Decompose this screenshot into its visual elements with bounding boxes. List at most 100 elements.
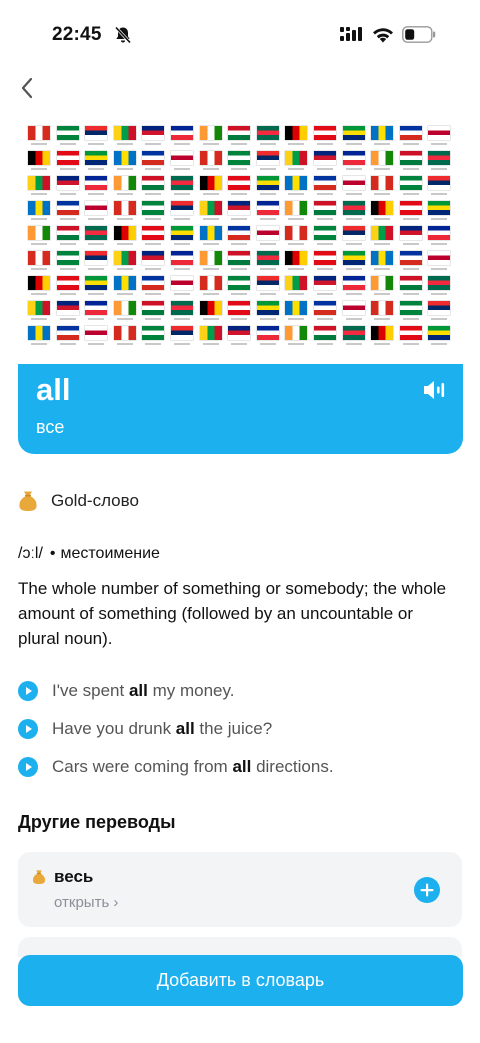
word-title: all bbox=[36, 372, 71, 407]
flag-thumbnail bbox=[113, 276, 136, 295]
flag-thumbnail bbox=[371, 326, 394, 345]
back-chevron-icon bbox=[21, 77, 33, 99]
word-translation: все bbox=[36, 417, 65, 437]
flag-thumbnail bbox=[199, 151, 222, 170]
flag-thumbnail bbox=[170, 276, 193, 295]
flag-thumbnail bbox=[313, 126, 336, 145]
flag-thumbnail bbox=[399, 126, 422, 145]
flag-thumbnail bbox=[342, 301, 365, 320]
example-item[interactable]: I've spent all my money. bbox=[18, 672, 458, 710]
flag-thumbnail bbox=[285, 226, 308, 245]
example-item[interactable]: Cars were coming from all directions. bbox=[18, 748, 458, 786]
flag-thumbnail bbox=[399, 151, 422, 170]
world-flags-image bbox=[22, 118, 458, 368]
flag-thumbnail bbox=[428, 276, 451, 295]
flag-thumbnail bbox=[170, 326, 193, 345]
flag-thumbnail bbox=[256, 126, 279, 145]
flag-thumbnail bbox=[28, 226, 50, 245]
flag-thumbnail bbox=[142, 126, 165, 145]
flag-grid bbox=[28, 126, 451, 351]
flag-thumbnail bbox=[256, 276, 279, 295]
flag-thumbnail bbox=[56, 276, 79, 295]
next-translation-card-edge bbox=[18, 937, 462, 957]
play-icon[interactable] bbox=[18, 719, 38, 739]
flag-thumbnail bbox=[256, 151, 279, 170]
flag-thumbnail bbox=[85, 251, 108, 270]
flag-thumbnail bbox=[313, 201, 336, 220]
flag-thumbnail bbox=[285, 251, 308, 270]
flag-thumbnail bbox=[428, 151, 451, 170]
flag-thumbnail bbox=[371, 251, 394, 270]
separator-dot: • bbox=[49, 545, 56, 562]
flag-thumbnail bbox=[371, 301, 394, 320]
word-card: all все bbox=[18, 364, 463, 454]
flag-thumbnail bbox=[142, 176, 165, 195]
definition: The whole number of something or somebod… bbox=[18, 579, 447, 648]
flag-thumbnail bbox=[113, 201, 136, 220]
flag-thumbnail bbox=[228, 176, 251, 195]
other-translations-title: Другие переводы bbox=[18, 812, 176, 832]
flag-thumbnail bbox=[313, 226, 336, 245]
flag-thumbnail bbox=[285, 151, 308, 170]
play-icon[interactable] bbox=[18, 681, 38, 701]
flag-thumbnail bbox=[199, 201, 222, 220]
flag-thumbnail bbox=[399, 251, 422, 270]
examples-list: I've spent all my money. Have you drunk … bbox=[18, 672, 458, 786]
flag-thumbnail bbox=[399, 326, 422, 345]
flag-thumbnail bbox=[56, 176, 79, 195]
flag-thumbnail bbox=[56, 251, 79, 270]
flag-thumbnail bbox=[285, 126, 308, 145]
flag-thumbnail bbox=[399, 276, 422, 295]
flag-thumbnail bbox=[85, 151, 108, 170]
flag-thumbnail bbox=[56, 301, 79, 320]
speaker-icon[interactable] bbox=[422, 378, 448, 402]
flag-thumbnail bbox=[142, 276, 165, 295]
flag-thumbnail bbox=[371, 276, 394, 295]
flag-thumbnail bbox=[142, 226, 165, 245]
flag-thumbnail bbox=[56, 226, 79, 245]
flag-thumbnail bbox=[228, 301, 251, 320]
flag-thumbnail bbox=[371, 126, 394, 145]
add-to-dictionary-button[interactable]: Добавить в словарь bbox=[18, 955, 463, 1006]
flag-thumbnail bbox=[285, 276, 308, 295]
flag-thumbnail bbox=[56, 201, 79, 220]
flag-thumbnail bbox=[313, 251, 336, 270]
flag-thumbnail bbox=[113, 126, 136, 145]
flag-thumbnail bbox=[85, 301, 108, 320]
flag-thumbnail bbox=[342, 251, 365, 270]
flag-thumbnail bbox=[313, 276, 336, 295]
flag-thumbnail bbox=[170, 301, 193, 320]
flag-thumbnail bbox=[371, 176, 394, 195]
flag-thumbnail bbox=[142, 251, 165, 270]
flag-thumbnail bbox=[428, 126, 451, 145]
status-bar: 22:45 bbox=[0, 0, 480, 70]
flag-thumbnail bbox=[256, 201, 279, 220]
flag-thumbnail bbox=[256, 226, 279, 245]
flag-thumbnail bbox=[170, 126, 193, 145]
flag-thumbnail bbox=[113, 226, 136, 245]
flag-thumbnail bbox=[256, 176, 279, 195]
translation-card[interactable]: весь открыть › bbox=[18, 852, 462, 927]
flag-thumbnail bbox=[85, 201, 108, 220]
flag-thumbnail bbox=[256, 301, 279, 320]
back-button[interactable] bbox=[14, 74, 40, 102]
play-icon[interactable] bbox=[18, 757, 38, 777]
flag-thumbnail bbox=[228, 151, 251, 170]
flag-thumbnail bbox=[256, 326, 279, 345]
flag-thumbnail bbox=[285, 176, 308, 195]
flag-thumbnail bbox=[399, 176, 422, 195]
flag-thumbnail bbox=[399, 226, 422, 245]
flag-thumbnail bbox=[142, 151, 165, 170]
open-link[interactable]: открыть › bbox=[54, 894, 118, 911]
flag-thumbnail bbox=[285, 326, 308, 345]
flag-thumbnail bbox=[256, 251, 279, 270]
example-item[interactable]: Have you drunk all the juice? bbox=[18, 710, 458, 748]
flag-thumbnail bbox=[28, 301, 50, 320]
gold-word-label: Gold-слово bbox=[51, 491, 139, 510]
plus-circle-icon[interactable] bbox=[414, 877, 440, 903]
flag-thumbnail bbox=[170, 201, 193, 220]
flag-thumbnail bbox=[342, 176, 365, 195]
flag-thumbnail bbox=[228, 226, 251, 245]
flag-thumbnail bbox=[342, 126, 365, 145]
flag-thumbnail bbox=[428, 226, 451, 245]
